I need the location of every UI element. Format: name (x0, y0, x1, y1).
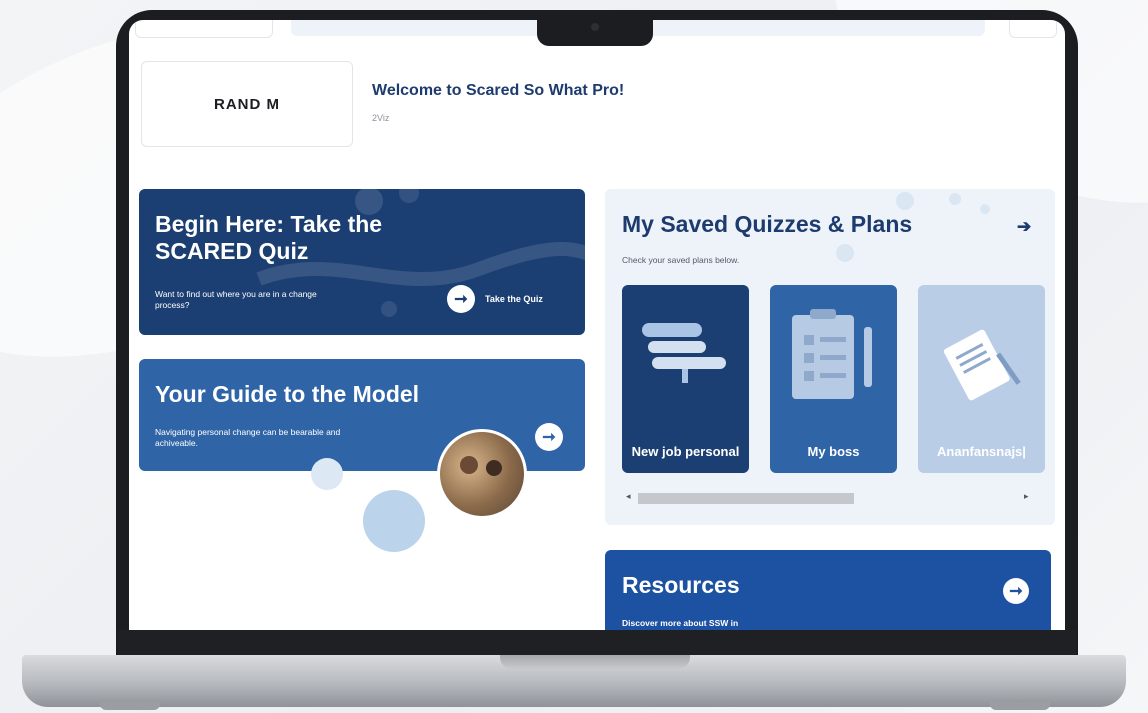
app-screen: RAND M Welcome to Scared So What Pro! 2V… (129, 20, 1065, 630)
saved-title: My Saved Quizzes & Plans (622, 211, 913, 237)
scroll-right-icon[interactable]: ▸ (1024, 491, 1029, 502)
arrow-right-icon[interactable]: ➔ (1017, 217, 1031, 237)
saved-plan-tile[interactable]: Ananfansnajs| (918, 285, 1045, 473)
begin-card-title: Begin Here: Take the SCARED Quiz (155, 211, 383, 264)
top-bar-left-control[interactable] (135, 20, 273, 38)
arrow-right-icon[interactable]: ➞ (535, 423, 563, 451)
arrow-right-icon: ➞ (447, 285, 475, 313)
guide-card-description: Navigating personal change can be bearab… (155, 427, 341, 448)
laptop-foot (990, 702, 1050, 710)
camera-icon (591, 23, 599, 31)
laptop-foot (100, 702, 160, 710)
begin-quiz-card[interactable]: Begin Here: Take the SCARED Quiz Want to… (139, 189, 585, 335)
arrow-right-icon[interactable]: ➞ (1003, 578, 1029, 604)
guide-photo (437, 429, 527, 519)
guide-card-title: Your Guide to the Model (155, 381, 420, 407)
decorative-bubble (311, 458, 343, 490)
welcome-title: Welcome to Scared So What Pro! (372, 82, 625, 99)
scrollbar-thumb[interactable] (638, 493, 854, 504)
resources-card[interactable]: Resources ➞ Discover more about SSW in (605, 550, 1051, 630)
saved-quizzes-panel: My Saved Quizzes & Plans ➔ Check your sa… (605, 189, 1055, 525)
horizontal-scrollbar[interactable]: ◂ ▸ (622, 491, 1032, 505)
begin-card-description: Want to find out where you are in a chan… (155, 289, 317, 310)
top-bar-right-control[interactable] (1009, 20, 1057, 38)
signpost-icon (642, 323, 726, 383)
tile-label: My boss (807, 444, 860, 459)
take-quiz-button[interactable]: ➞ Take the Quiz (447, 285, 543, 313)
laptop-opening-lip (500, 655, 690, 669)
resources-title: Resources (622, 572, 740, 598)
resources-description: Discover more about SSW in (622, 618, 739, 628)
document-pencil-icon (943, 329, 1021, 401)
welcome-subtitle: 2Viz (372, 113, 390, 123)
tile-label: Ananfansnajs| (937, 444, 1026, 459)
take-quiz-label: Take the Quiz (485, 294, 543, 304)
saved-plan-tile[interactable]: My boss (770, 285, 897, 473)
tile-label: New job personal (631, 444, 740, 459)
checklist-clipboard-icon (792, 309, 872, 399)
company-logo: RAND M (141, 61, 353, 147)
logo-text: RAND M (214, 95, 280, 113)
camera-notch (537, 12, 653, 46)
scroll-left-icon[interactable]: ◂ (626, 491, 631, 502)
saved-plan-tile[interactable]: New job personal (622, 285, 749, 473)
saved-subtitle: Check your saved plans below. (622, 255, 740, 265)
decorative-bubble (363, 490, 425, 552)
